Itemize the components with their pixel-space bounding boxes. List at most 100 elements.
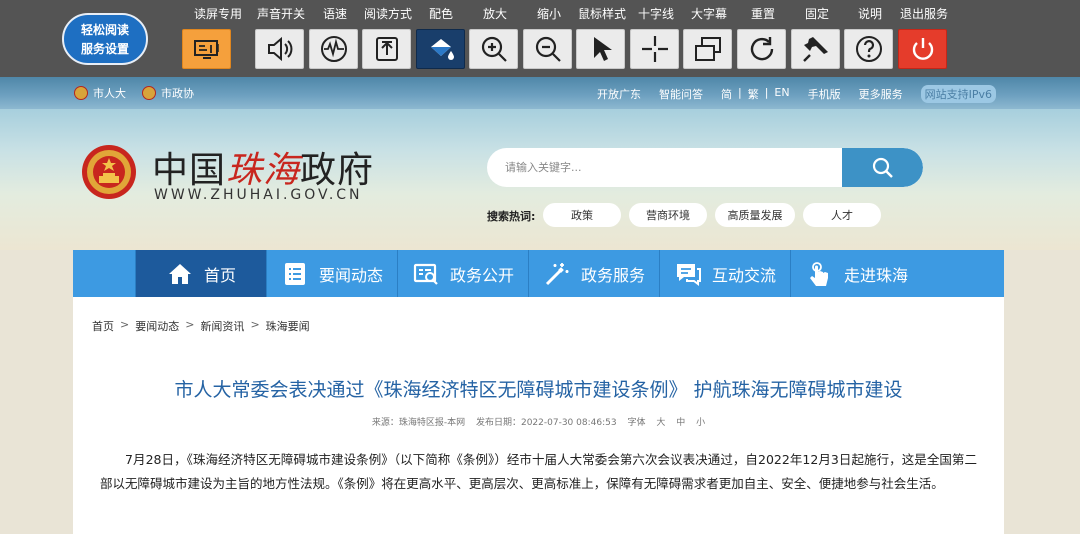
- zoom-in-button[interactable]: [469, 29, 518, 69]
- search-icon: [872, 157, 893, 178]
- breadcrumb-separator: >: [120, 318, 130, 331]
- breadcrumb-home[interactable]: 首页: [92, 318, 114, 334]
- cppcc-label: 市政协: [161, 87, 194, 100]
- mouse-style-label: 鼠标样式: [577, 7, 627, 21]
- large-caption-button[interactable]: [683, 29, 732, 69]
- help-label: 说明: [857, 7, 883, 21]
- crosshair-icon: [641, 36, 668, 62]
- site-header: 中国珠海政府 WWW.ZHUHAI.GOV.CN 搜索热词: 政策 营商环境 高…: [0, 109, 1080, 250]
- breadcrumb-news-info[interactable]: 新闻资讯: [200, 318, 244, 334]
- nav-government-affairs-label: 政务公开: [449, 265, 514, 285]
- nav-item-about-zhuhai[interactable]: 走进珠海: [791, 250, 923, 297]
- exit-service-button[interactable]: [898, 29, 947, 69]
- nav-item-news[interactable]: 要闻动态: [267, 250, 398, 297]
- language-switch: 简 | 繁 | EN: [721, 86, 790, 102]
- national-emblem-icon: [74, 86, 88, 100]
- site-title[interactable]: 中国珠海政府: [152, 141, 374, 193]
- nav-about-zhuhai-label: 走进珠海: [843, 265, 908, 285]
- reset-label: 重置: [750, 7, 776, 21]
- reading-mode-icon: [375, 37, 398, 61]
- lang-traditional[interactable]: 繁: [748, 86, 759, 102]
- help-button[interactable]: [844, 29, 893, 69]
- link-peoples-congress[interactable]: 市人大: [74, 85, 126, 101]
- nav-home-label: 首页: [203, 265, 236, 285]
- lang-simplified[interactable]: 简: [721, 86, 732, 102]
- speech-speed-icon: [320, 36, 347, 62]
- speech-speed-label: 语速: [322, 7, 348, 21]
- breadcrumb-separator: >: [250, 318, 260, 331]
- help-icon: [855, 36, 882, 62]
- link-more-services[interactable]: 更多服务: [859, 86, 903, 102]
- nav-news-label: 要闻动态: [318, 265, 383, 285]
- article-source: 来源：珠海特区报-本网: [371, 418, 466, 428]
- link-open-guangdong[interactable]: 开放广东: [597, 86, 641, 102]
- reading-mode-button[interactable]: [362, 29, 411, 69]
- site-url: WWW.ZHUHAI.GOV.CN: [154, 187, 363, 203]
- font-size-label: 字体: [627, 418, 646, 428]
- search-button[interactable]: [842, 148, 923, 187]
- mouse-style-button[interactable]: [576, 29, 625, 69]
- top-right-links: 开放广东 智能问答 简 | 繁 | EN 手机版 更多服务 网站支持IPv6: [597, 85, 996, 103]
- zoom-out-icon: [535, 36, 561, 62]
- breadcrumb: 首页 > 要闻动态 > 新闻资讯 > 珠海要闻: [92, 318, 310, 334]
- zoom-out-label: 缩小: [536, 7, 562, 21]
- font-size-large[interactable]: 大: [656, 418, 665, 428]
- site-title-part-b: 政府: [300, 150, 375, 191]
- speech-speed-button[interactable]: [309, 29, 358, 69]
- toolbar-labels: 读屏专用 声音开关 语速 阅读方式 配色 放大 缩小 鼠标样式 十字线 大字幕 …: [182, 5, 962, 23]
- reset-button[interactable]: [737, 29, 786, 69]
- nav-item-interaction[interactable]: 互动交流: [660, 250, 791, 297]
- peoples-congress-label: 市人大: [93, 87, 126, 100]
- lang-english[interactable]: EN: [774, 86, 789, 102]
- article-date: 发布日期：2022-07-30 08:46:53: [475, 418, 617, 428]
- article-meta: 来源：珠海特区报-本网 发布日期：2022-07-30 08:46:53 字体 …: [73, 415, 1004, 428]
- screen-reader-label: 读屏专用: [193, 7, 243, 21]
- cppcc-emblem-icon: [142, 86, 156, 100]
- color-scheme-label: 配色: [428, 7, 454, 21]
- link-cppcc[interactable]: 市政协: [142, 85, 194, 101]
- link-smart-qa[interactable]: 智能问答: [659, 86, 703, 102]
- large-caption-icon: [694, 37, 721, 61]
- news-list-icon: [284, 262, 305, 285]
- color-scheme-button[interactable]: [416, 29, 465, 69]
- nav-interaction-label: 互动交流: [711, 265, 776, 285]
- breadcrumb-separator: >: [185, 318, 195, 331]
- breadcrumb-news[interactable]: 要闻动态: [135, 318, 179, 334]
- hot-tag-business-environment[interactable]: 营商环境: [629, 203, 707, 227]
- hot-tag-talent[interactable]: 人才: [803, 203, 881, 227]
- link-mobile[interactable]: 手机版: [808, 86, 841, 102]
- mouse-pointer-icon: [593, 37, 612, 61]
- exit-service-label: 退出服务: [899, 7, 949, 21]
- article-title: 市人大常委会表决通过《珠海经济特区无障碍城市建设条例》 护航珠海无障碍城市建设: [174, 379, 903, 401]
- sound-toggle-label: 声音开关: [256, 7, 306, 21]
- font-size-small[interactable]: 小: [696, 418, 705, 428]
- touch-hand-icon: [809, 261, 828, 286]
- search-box: [487, 148, 923, 187]
- zoom-in-label: 放大: [482, 7, 508, 21]
- public-info-icon: [413, 263, 438, 285]
- zoom-out-button[interactable]: [523, 29, 572, 69]
- search-input[interactable]: [487, 148, 842, 187]
- hot-tag-policy[interactable]: 政策: [543, 203, 621, 227]
- site-title-part-a: 中国: [152, 150, 227, 191]
- nav-item-government-services[interactable]: 政务服务: [529, 250, 660, 297]
- easy-reading-settings-button[interactable]: 轻松阅读 服务设置: [62, 13, 148, 65]
- article-panel: 首页 > 要闻动态 > 新闻资讯 > 珠海要闻 市人大常委会表决通过《珠海经济特…: [73, 297, 1004, 534]
- article-body: 7月28日，《珠海经济特区无障碍城市建设条例》（以下简称《条例》）经市十届人大常…: [100, 452, 977, 491]
- home-icon: [168, 263, 191, 284]
- main-nav: 首页 要闻动态 政务公开 政务服务 互动交流 走进珠海: [73, 250, 1004, 297]
- lang-separator: |: [764, 86, 769, 99]
- pin-button[interactable]: [791, 29, 840, 69]
- reading-mode-label: 阅读方式: [363, 7, 413, 21]
- screen-reader-button[interactable]: [182, 29, 231, 69]
- color-scheme-icon: [430, 39, 454, 60]
- nav-item-home[interactable]: 首页: [136, 250, 267, 297]
- crosshair-button[interactable]: [630, 29, 679, 69]
- sound-toggle-button[interactable]: [255, 29, 304, 69]
- lang-separator: |: [737, 86, 742, 99]
- nav-item-government-affairs[interactable]: 政务公开: [398, 250, 529, 297]
- hot-tag-high-quality-development[interactable]: 高质量发展: [715, 203, 795, 227]
- font-size-medium[interactable]: 中: [676, 418, 685, 428]
- top-info-strip: 市人大 市政协 开放广东 智能问答 简 | 繁 | EN 手机版 更多服务 网站…: [0, 77, 1080, 109]
- breadcrumb-zhuhai-news[interactable]: 珠海要闻: [266, 318, 310, 334]
